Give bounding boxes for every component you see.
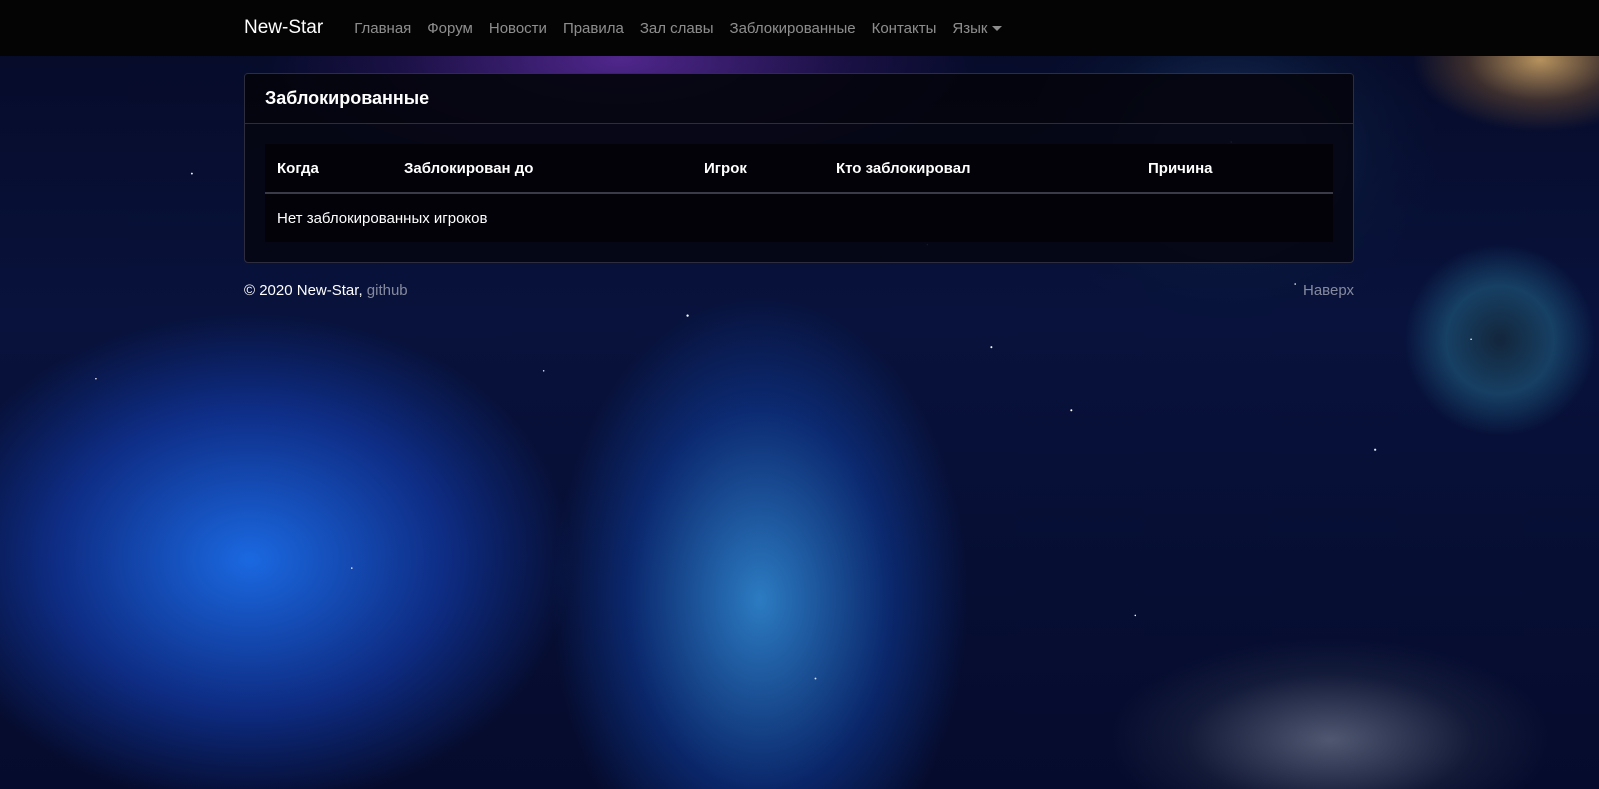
brand-link[interactable]: New-Star xyxy=(244,17,323,39)
card-title: Заблокированные xyxy=(245,74,1353,124)
caret-down-icon xyxy=(992,25,1003,31)
navbar-inner: New-Star Главная Форум Новости Правила З… xyxy=(244,0,1010,56)
footer: © 2020 New-Star, github Наверх xyxy=(244,282,1354,299)
nav-item-contacts[interactable]: Контакты xyxy=(864,20,945,37)
banned-table-wrapper: Когда Заблокирован до Игрок Кто заблокир… xyxy=(265,144,1333,242)
table-row: Нет заблокированных игроков xyxy=(265,193,1333,242)
column-banned-by: Кто заблокировал xyxy=(824,144,1136,194)
copyright-text: © 2020 New-Star, xyxy=(244,282,363,299)
language-dropdown[interactable]: Язык xyxy=(944,20,1010,37)
column-when: Когда xyxy=(265,144,392,194)
empty-message: Нет заблокированных игроков xyxy=(277,209,488,227)
nav-item-home[interactable]: Главная xyxy=(346,20,419,37)
banned-table: Когда Заблокирован до Игрок Кто заблокир… xyxy=(265,144,1333,242)
back-to-top-link[interactable]: Наверх xyxy=(1303,282,1354,299)
nav-item-news[interactable]: Новости xyxy=(481,20,555,37)
language-dropdown-label: Язык xyxy=(952,19,988,37)
nav-item-forum[interactable]: Форум xyxy=(419,20,481,37)
column-player: Игрок xyxy=(692,144,824,194)
nav-item-rules[interactable]: Правила xyxy=(555,20,632,37)
column-reason: Причина xyxy=(1136,144,1333,194)
nav-item-hall-of-fame[interactable]: Зал славы xyxy=(632,20,722,37)
footer-left: © 2020 New-Star, github xyxy=(244,282,408,299)
navbar: New-Star Главная Форум Новости Правила З… xyxy=(0,0,1599,56)
github-link[interactable]: github xyxy=(367,282,408,299)
banned-card: Заблокированные Когда Заблокирован до Иг… xyxy=(244,73,1354,263)
column-banned-until: Заблокирован до xyxy=(392,144,692,194)
nav-item-banned[interactable]: Заблокированные xyxy=(722,20,864,37)
table-header-row: Когда Заблокирован до Игрок Кто заблокир… xyxy=(265,144,1333,194)
